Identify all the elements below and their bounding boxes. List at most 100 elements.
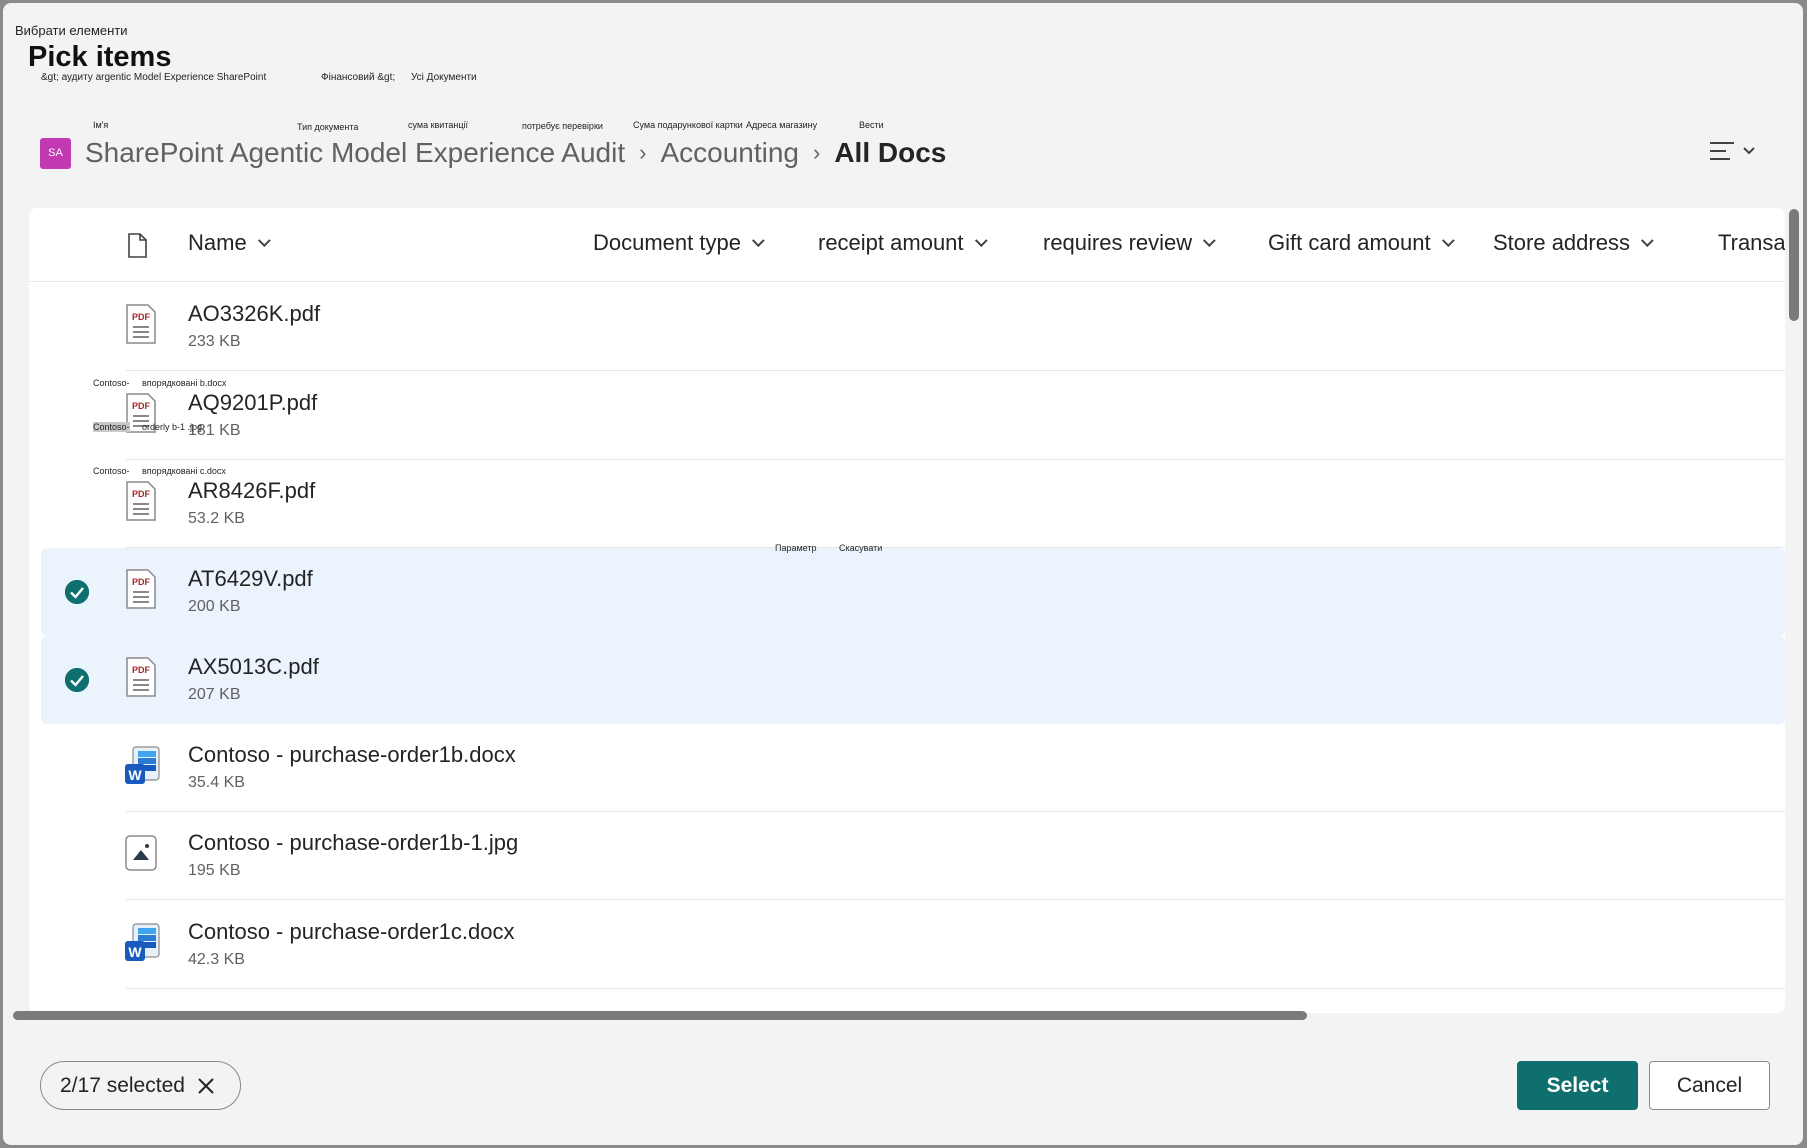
file-name[interactable]: AT6429V.pdf [188,566,313,592]
overlay-row2-prefix: Contoso- [93,422,130,432]
file-list: Name Document type receipt amount requir… [29,208,1785,1013]
svg-text:PDF: PDF [132,489,151,499]
svg-text:W: W [128,767,142,783]
column-header-row: Name Document type receipt amount requir… [29,208,1785,282]
column-document-type[interactable]: Document type [593,230,765,256]
overlay-col-transaction: Вести [859,120,884,130]
chevron-down-icon [751,233,765,247]
file-row[interactable]: PDF AX5013C.pdf 207 KB [41,636,1785,724]
file-row[interactable]: W Contoso - purchase-order1b.docx 35.4 KB [41,724,1785,812]
file-name[interactable]: AX5013C.pdf [188,654,319,680]
chevron-down-icon [257,233,271,247]
word-icon: W [124,744,160,786]
file-size: 35.4 KB [188,774,245,791]
breadcrumb-library[interactable]: Accounting [660,137,799,169]
pick-items-dialog: Вибрати елементи Pick items &gt; аудиту … [3,3,1803,1145]
breadcrumb: SA SharePoint Agentic Model Experience A… [40,136,946,170]
column-requires-review[interactable]: requires review [1043,230,1216,256]
file-row[interactable]: PDF AQ9201P.pdf 181 KB [41,372,1785,460]
overlay-col-receipt-amount: сума квитанції [408,120,468,130]
chevron-down-icon [1203,233,1216,247]
overlay-row1-prefix: Contoso- [93,378,130,388]
dialog-title: Pick items [28,41,172,73]
pdf-icon: PDF [124,568,158,610]
svg-text:PDF: PDF [132,577,151,587]
svg-text:W: W [128,944,142,960]
overlay-breadcrumb-site: &gt; аудиту argentic Model Experience Sh… [41,72,267,83]
cancel-button[interactable]: Cancel [1649,1061,1770,1110]
checkmark-icon[interactable] [65,580,89,604]
row-divider [126,899,1785,900]
file-name[interactable]: AR8426F.pdf [188,478,315,504]
file-name[interactable]: Contoso - purchase-order1b-1.jpg [188,830,518,856]
file-size: 200 KB [188,598,241,615]
column-gift-card-amount-label: Gift card amount [1268,230,1431,255]
overlay-col-document-type: Тип документа [297,122,359,132]
file-size: 42.3 KB [188,951,245,968]
file-type-icon[interactable] [127,233,147,258]
list-view-icon [1710,142,1734,160]
row-divider [126,370,1785,371]
breadcrumb-view: All Docs [834,137,947,168]
pdf-icon: PDF [124,303,158,345]
chevron-down-icon [1640,233,1654,247]
overlay-breadcrumb-view: Усі Документи [411,72,477,83]
file-name[interactable]: Contoso - purchase-order1c.docx [188,919,515,945]
column-name[interactable]: Name [188,230,271,256]
column-store-address[interactable]: Store address [1493,230,1654,256]
column-receipt-amount[interactable]: receipt amount [818,230,988,256]
overlay-col-name: Ім'я [93,120,109,130]
svg-text:PDF: PDF [132,312,151,322]
file-size: 233 KB [188,333,241,350]
chevron-right-icon: › [813,140,821,165]
overlay-row2-name: orderly b-1 .jpg [142,422,203,432]
vertical-scrollbar[interactable] [1789,209,1799,321]
file-row[interactable]: Contoso - purchase-order1b-1.jpg 195 KB [41,812,1785,900]
column-name-label: Name [188,230,247,255]
overlay-col-store-address: Адреса магазину [746,120,818,130]
file-row[interactable]: PDF AR8426F.pdf 53.2 KB [41,460,1785,548]
horizontal-scrollbar[interactable] [13,1011,1307,1020]
select-button[interactable]: Select [1517,1061,1638,1110]
word-icon: W [124,921,160,963]
column-gift-card-amount[interactable]: Gift card amount [1268,230,1455,256]
overlay-col-gift-card: Сума подарункової картки [633,120,743,130]
overlay-row1-name: впорядковані b.docx [142,378,227,388]
breadcrumb-site[interactable]: SharePoint Agentic Model Experience Audi… [85,137,625,169]
column-requires-review-label: requires review [1043,230,1193,255]
overlay-col-requires-review: потребує перевірки [522,121,603,131]
file-name[interactable]: Contoso - purchase-order1b.docx [188,742,516,768]
selection-count-pill[interactable]: 2/17 selected [40,1061,241,1110]
chevron-down-icon [1743,147,1755,155]
overlay-title: Вибрати елементи [15,23,128,38]
view-options-button[interactable] [1709,136,1765,166]
file-name[interactable]: AQ9201P.pdf [188,390,317,416]
file-row[interactable]: PDF AT6429V.pdf 200 KB [41,548,1785,636]
image-icon [124,832,158,874]
chevron-down-icon [1441,233,1455,247]
column-receipt-amount-label: receipt amount [818,230,964,255]
pdf-icon: PDF [124,480,158,522]
column-document-type-label: Document type [593,230,741,255]
site-avatar: SA [40,137,71,169]
row-divider [126,988,1785,989]
column-store-address-label: Store address [1493,230,1630,255]
file-size: 53.2 KB [188,510,245,527]
file-size: 207 KB [188,686,241,703]
overlay-row3-prefix: Contoso- [93,466,130,476]
file-row[interactable]: W Contoso - purchase-order1c.docx 42.3 KB [41,901,1785,989]
file-row[interactable]: PDF AO3326K.pdf 233 KB [41,283,1785,371]
svg-text:PDF: PDF [132,665,151,675]
svg-text:PDF: PDF [132,401,151,411]
overlay-cancel: Скасувати [839,543,883,553]
checkmark-icon[interactable] [65,668,89,692]
column-transaction-label: Transac [1718,230,1785,255]
column-transaction[interactable]: Transac [1718,230,1785,256]
overlay-breadcrumb-library: Фінансовий &gt; [321,72,396,83]
file-name[interactable]: AO3326K.pdf [188,301,320,327]
close-icon[interactable] [197,1077,215,1095]
selection-count: 2/17 selected [60,1073,185,1097]
chevron-down-icon [974,233,988,247]
file-size: 195 KB [188,862,241,879]
chevron-right-icon: › [639,140,647,165]
